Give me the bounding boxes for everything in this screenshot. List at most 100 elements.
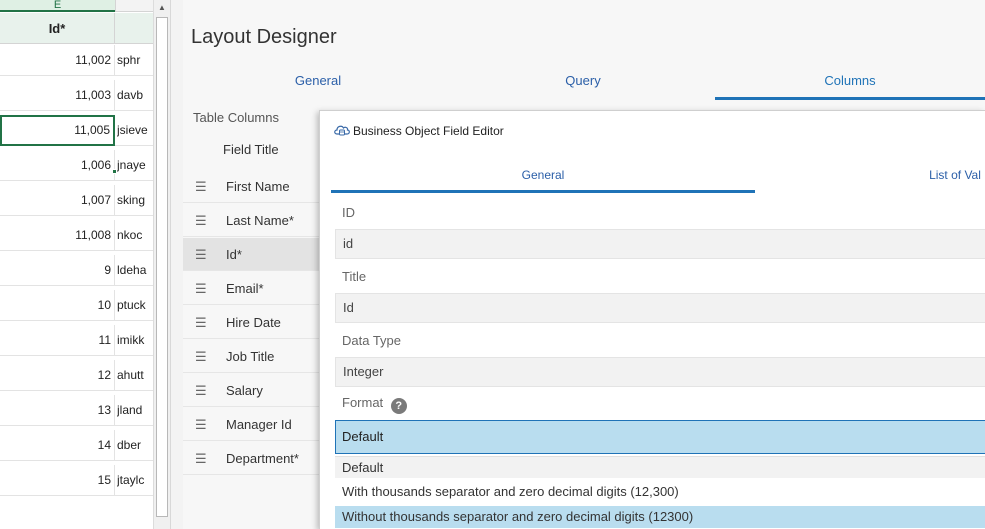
table-row[interactable]: 9 ldeha <box>0 255 153 286</box>
column-label: Department* <box>226 451 299 466</box>
id-cell[interactable]: 15 <box>0 465 115 496</box>
user-cell[interactable]: dber <box>117 430 153 461</box>
vertical-scrollbar[interactable]: ▲ <box>153 0 170 529</box>
column-label: Salary <box>226 383 263 398</box>
list-item[interactable]: ☰ Manager Id <box>183 408 333 441</box>
field-title-header: Field Title <box>223 142 279 157</box>
table-row[interactable]: 1,007 sking <box>0 185 153 216</box>
table-row[interactable]: 11,003 davb <box>0 80 153 111</box>
table-row[interactable]: 11 imikk <box>0 325 153 356</box>
list-item[interactable]: ☰ First Name <box>183 170 333 203</box>
fill-handle[interactable] <box>112 169 117 174</box>
user-cell[interactable]: nkoc <box>117 220 153 251</box>
table-row[interactable]: 11,005 jsieve <box>0 115 153 146</box>
id-cell[interactable]: 11 <box>0 325 115 356</box>
user-cell[interactable]: jsieve <box>117 115 153 146</box>
drag-handle-icon[interactable]: ☰ <box>195 306 207 339</box>
list-item[interactable]: ☰ Job Title <box>183 340 333 373</box>
dialog-tabs: General List of Val <box>320 165 985 193</box>
spreadsheet: E Id* 11,002 sphr 11,003 davb 11,005 jsieve 1,… <box>0 0 170 529</box>
designer-tabs: General Query Columns <box>183 68 985 100</box>
table-row[interactable]: 11,002 sphr <box>0 45 153 76</box>
data-type-label: Data Type <box>342 333 402 348</box>
id-cell[interactable]: 11,005 <box>0 115 115 146</box>
user-cell[interactable]: ptuck <box>117 290 153 321</box>
user-cell[interactable]: sking <box>117 185 153 216</box>
id-label: ID <box>342 205 355 220</box>
drag-handle-icon[interactable]: ☰ <box>195 272 207 305</box>
user-cell[interactable]: sphr <box>117 45 153 76</box>
id-cell[interactable]: 11,002 <box>0 45 115 76</box>
format-option-with-separator[interactable]: With thousands separator and zero decima… <box>335 481 985 503</box>
drag-handle-icon[interactable]: ☰ <box>195 340 207 373</box>
scroll-thumb[interactable] <box>156 17 168 517</box>
user-cell[interactable]: jtaylc <box>117 465 153 496</box>
column-letter-e[interactable]: E <box>0 0 115 12</box>
list-item[interactable]: ☰ Salary <box>183 374 333 407</box>
panel-title: Layout Designer <box>191 26 337 48</box>
user-cell[interactable]: davb <box>117 80 153 111</box>
title-field[interactable]: Id <box>335 293 985 323</box>
column-letter-f[interactable] <box>115 0 153 12</box>
business-object-field-editor-dialog: Business Object Field Editor General Lis… <box>319 110 985 529</box>
list-item[interactable]: ☰ Email* <box>183 272 333 305</box>
user-cell[interactable]: ldeha <box>117 255 153 286</box>
table-row[interactable]: 13 jland <box>0 395 153 426</box>
user-cell[interactable]: imikk <box>117 325 153 356</box>
pane-divider[interactable] <box>170 0 183 529</box>
table-row[interactable]: 14 dber <box>0 430 153 461</box>
dialog-title: Business Object Field Editor <box>353 124 504 138</box>
column-label: Manager Id <box>226 417 292 432</box>
format-option-default[interactable]: Default <box>335 456 985 478</box>
id-cell[interactable]: 1,007 <box>0 185 115 216</box>
list-item[interactable]: ☰ Id* <box>183 238 333 271</box>
user-cell[interactable]: jnaye <box>117 150 153 181</box>
user-cell[interactable]: jland <box>117 395 153 426</box>
column-label: Id* <box>226 247 242 262</box>
column-label: Email* <box>226 281 264 296</box>
column-label: Job Title <box>226 349 275 364</box>
id-cell[interactable]: 14 <box>0 430 115 461</box>
list-item[interactable]: ☰ Last Name* <box>183 204 333 237</box>
column-header-id[interactable]: Id* <box>0 13 115 44</box>
id-cell[interactable]: 12 <box>0 360 115 391</box>
drag-handle-icon[interactable]: ☰ <box>195 374 207 407</box>
list-item[interactable]: ☰ Hire Date <box>183 306 333 339</box>
table-row[interactable]: 11,008 nkoc <box>0 220 153 251</box>
drag-handle-icon[interactable]: ☰ <box>195 408 207 441</box>
list-item[interactable]: ☰ Department* <box>183 442 333 475</box>
column-label: Hire Date <box>226 315 281 330</box>
id-cell[interactable]: 11,008 <box>0 220 115 251</box>
id-field[interactable]: id <box>335 229 985 259</box>
tab-query[interactable]: Query <box>448 68 718 100</box>
dialog-tab-general[interactable]: General <box>331 165 755 193</box>
tab-general[interactable]: General <box>183 68 453 100</box>
table-columns-label: Table Columns <box>193 110 279 125</box>
tab-columns[interactable]: Columns <box>715 68 985 100</box>
table-row[interactable]: 12 ahutt <box>0 360 153 391</box>
column-header-user[interactable] <box>115 13 153 44</box>
table-row[interactable]: 15 jtaylc <box>0 465 153 496</box>
id-cell[interactable]: 10 <box>0 290 115 321</box>
table-row[interactable]: 10 ptuck <box>0 290 153 321</box>
format-label: Format <box>342 395 384 410</box>
user-cell[interactable]: ahutt <box>117 360 153 391</box>
drag-handle-icon[interactable]: ☰ <box>195 204 207 237</box>
drag-handle-icon[interactable]: ☰ <box>195 170 207 203</box>
dialog-tab-list-of-values[interactable]: List of Val <box>920 165 985 193</box>
dialog-header: Business Object Field Editor <box>320 111 985 151</box>
data-type-field[interactable]: Integer <box>335 357 985 387</box>
format-option-without-separator[interactable]: Without thousands separator and zero dec… <box>335 506 985 528</box>
table-row[interactable]: 1,006 jnaye <box>0 150 153 181</box>
id-cell[interactable]: 1,006 <box>0 150 115 181</box>
cloud-database-icon <box>334 125 350 136</box>
drag-handle-icon[interactable]: ☰ <box>195 238 207 271</box>
help-icon[interactable]: ? <box>390 398 407 414</box>
format-select[interactable]: Default <box>335 420 985 454</box>
scroll-up-arrow-icon[interactable]: ▲ <box>155 1 169 15</box>
id-cell[interactable]: 9 <box>0 255 115 286</box>
drag-handle-icon[interactable]: ☰ <box>195 442 207 475</box>
id-cell[interactable]: 13 <box>0 395 115 426</box>
format-label-row: Format ? <box>342 395 407 414</box>
id-cell[interactable]: 11,003 <box>0 80 115 111</box>
